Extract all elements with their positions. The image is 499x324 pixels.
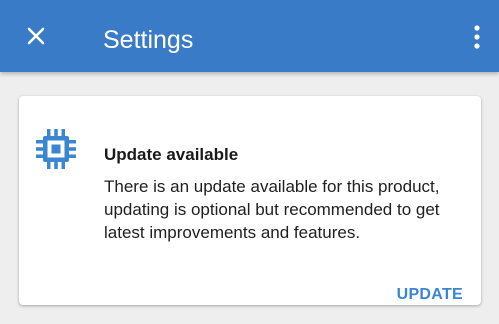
update-card: Update available There is an update avai…: [19, 96, 481, 305]
more-options-button[interactable]: [465, 22, 489, 52]
more-vert-icon: [474, 25, 480, 49]
update-button[interactable]: UPDATE: [397, 285, 463, 305]
close-icon: [27, 27, 45, 45]
close-button[interactable]: [22, 22, 50, 50]
chip-icon: [34, 127, 78, 171]
update-description: There is an update available for this pr…: [104, 177, 440, 242]
page-title: Settings: [103, 26, 194, 54]
settings-content: Update available There is an update avai…: [0, 72, 499, 324]
update-title: Update available: [104, 145, 239, 164]
app-bar: Settings: [0, 0, 499, 72]
